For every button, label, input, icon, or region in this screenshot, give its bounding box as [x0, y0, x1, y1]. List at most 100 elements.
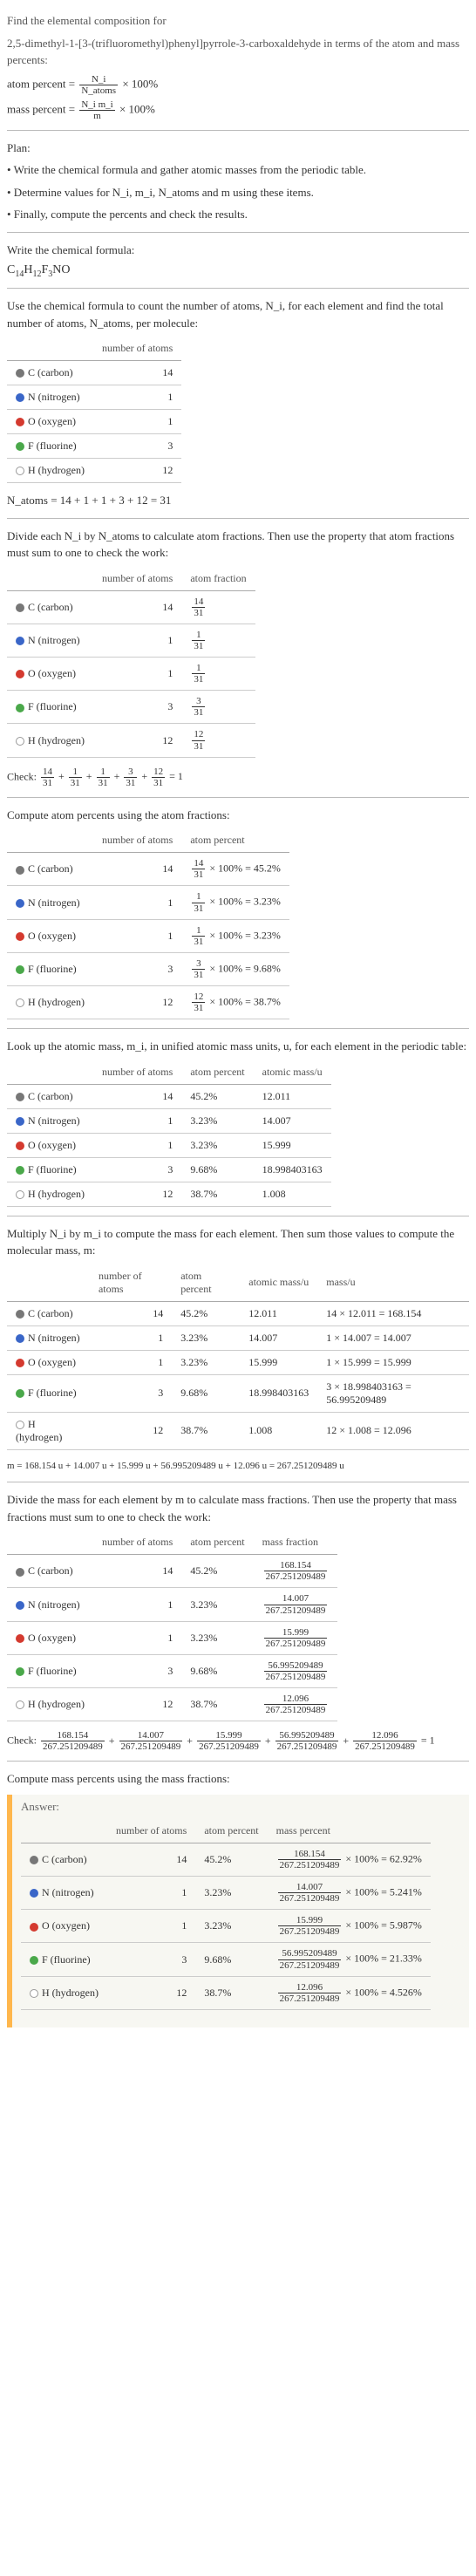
fluorine-swatch-icon [16, 704, 24, 712]
fraction: 131 [192, 925, 205, 947]
write-formula-lead: Write the chemical formula: [7, 242, 469, 259]
table-row: O (oxygen)13.23%15.999 [7, 1133, 331, 1157]
frac-num: 12 [192, 729, 205, 740]
element-label: H (hydrogen) [28, 996, 85, 1008]
atom-percent-cell: 3.23% [181, 1621, 253, 1654]
table-row: H (hydrogen)1238.7%12.096267.251209489 ×… [21, 1976, 431, 2009]
mass-percent-cell: 56.995209489267.251209489 × 100% = 21.33… [268, 1943, 431, 1976]
element-cell: C (carbon) [7, 1555, 93, 1588]
col-natoms: number of atoms [93, 828, 181, 853]
mass-percent-suffix: × 100% [119, 102, 155, 115]
table-row: C (carbon)1445.2%12.01114 × 12.011 = 168… [7, 1301, 469, 1325]
table-row: H (hydrogen)121231 × 100% = 38.7% [7, 986, 289, 1019]
table-row: O (oxygen)13.23%15.9991 × 15.999 = 15.99… [7, 1350, 469, 1374]
atom-percent-cell: 3.23% [172, 1350, 240, 1374]
table-row: C (carbon)1445.2%12.011 [7, 1084, 331, 1108]
element-label: O (oxygen) [28, 930, 76, 942]
mass-expr-cell: 14 × 12.011 = 168.154 [317, 1301, 469, 1325]
mass-percent-value: 4.526% [390, 1986, 422, 1998]
element-cell: C (carbon) [7, 853, 93, 886]
mass-pct-lead: Compute mass percents using the mass fra… [7, 1770, 469, 1788]
atom-percent-cell: 38.7% [172, 1412, 240, 1449]
table-row: N (nitrogen)13.23%14.007267.251209489 [7, 1588, 337, 1621]
n-atoms-cell: 1 [93, 886, 181, 919]
frac-num: 14.007 [278, 1882, 342, 1893]
col-atomic-mass: atomic mass/u [240, 1264, 317, 1302]
frac-den: 267.251209489 [41, 1741, 105, 1752]
atom-count-table: number of atoms C (carbon)14N (nitrogen)… [7, 337, 181, 483]
frac-num: 56.995209489 [278, 1948, 342, 1959]
table-row: F (fluorine)39.68%56.995209489267.251209… [7, 1654, 337, 1687]
table-row: O (oxygen)13.23%15.999267.251209489 [7, 1621, 337, 1654]
element-label: H (hydrogen) [28, 464, 85, 476]
frac-num: 1 [192, 630, 205, 641]
atom-percent-value: 3.23% [254, 929, 281, 941]
frac-num: 168.154 [278, 1849, 342, 1860]
n-atoms-cell: 3 [107, 1943, 195, 1976]
molecular-mass-eq: m = 168.154 u + 14.007 u + 15.999 u + 56… [7, 1459, 469, 1474]
frac-den: m [79, 111, 114, 121]
atom-percent-cell: 38.7% [181, 1687, 253, 1721]
plan-title: Plan: [7, 140, 469, 157]
fraction: 168.154267.251209489 [278, 1849, 342, 1871]
frac-den: 267.251209489 [264, 1639, 328, 1649]
nitrogen-swatch-icon [16, 637, 24, 645]
mass-expr-cell: 1 × 15.999 = 15.999 [317, 1350, 469, 1374]
col-atom-percent: atom percent [181, 1060, 253, 1085]
oxygen-swatch-icon [16, 418, 24, 426]
carbon-swatch-icon [16, 603, 24, 612]
table-row: C (carbon)14 [7, 361, 181, 385]
atom-percent-value: 3.23% [254, 896, 281, 908]
atom-percent-cell: 9.68% [172, 1374, 240, 1412]
atom-percent-frac: N_i N_atoms [79, 74, 118, 96]
n-atoms-cell: 1 [93, 1108, 181, 1133]
atom-percent-cell: 9.68% [195, 1943, 267, 1976]
fraction: 331 [124, 767, 137, 788]
mass-fraction-cell: 15.999267.251209489 [254, 1621, 338, 1654]
element-label: C (carbon) [28, 1564, 73, 1577]
element-cell: H (hydrogen) [7, 724, 93, 757]
frac-num: 12 [192, 992, 205, 1003]
atomic-mass-cell: 1.008 [240, 1412, 317, 1449]
fraction: 12.096267.251209489 [264, 1693, 328, 1715]
atom-percent-cell: 9.68% [181, 1654, 253, 1687]
frac-den: 31 [192, 741, 205, 752]
fraction: 56.995209489267.251209489 [264, 1660, 328, 1682]
atom-percent-value: 9.68% [254, 962, 281, 974]
atom-fraction-cell: 131 [181, 624, 255, 657]
col-mass-percent: mass percent [268, 1819, 431, 1843]
mass-percent-frac: N_i m_i m [79, 99, 114, 121]
element-label: C (carbon) [28, 862, 73, 875]
element-cell: H (hydrogen) [21, 1976, 107, 2009]
element-cell: N (nitrogen) [7, 1108, 93, 1133]
check-prefix: Check: [7, 770, 39, 782]
mass-fraction-cell: 14.007267.251209489 [254, 1588, 338, 1621]
frac-num: 56.995209489 [264, 1660, 328, 1672]
atom-percent-cell: 45.2% [181, 1555, 253, 1588]
col-mass-fraction: mass fraction [254, 1530, 338, 1555]
col-natoms: number of atoms [107, 1819, 195, 1843]
atom-percent-cell: 45.2% [172, 1301, 240, 1325]
element-cell: N (nitrogen) [7, 624, 93, 657]
element-cell: F (fluorine) [7, 952, 93, 985]
atom-percent-cell: 1431 × 100% = 45.2% [181, 853, 289, 886]
oxygen-swatch-icon [16, 932, 24, 941]
frac-num: 12.096 [278, 1982, 342, 1993]
col-atom-percent: atom percent [181, 828, 289, 853]
element-label: H (hydrogen) [28, 1698, 85, 1710]
element-cell: C (carbon) [7, 1301, 90, 1325]
atom-fraction-cell: 1431 [181, 590, 255, 624]
mass-fraction-cell: 12.096267.251209489 [254, 1687, 338, 1721]
carbon-swatch-icon [30, 1856, 38, 1864]
fraction: 15.999267.251209489 [264, 1627, 328, 1649]
answer-box: Answer: number of atoms atom percent mas… [7, 1795, 469, 2027]
answer-label: Answer: [21, 1800, 460, 1814]
n-atoms-cell: 1 [107, 1910, 195, 1943]
atom-frac-lead: Divide each N_i by N_atoms to calculate … [7, 528, 469, 562]
n-atoms-cell: 3 [93, 952, 181, 985]
atom-percent-table: number of atoms atom percent C (carbon) 1… [7, 828, 289, 1019]
table-row: F (fluorine)39.68%18.9984031633 × 18.998… [7, 1374, 469, 1412]
intro-line2: 2,5-dimethyl-1-[3-(trifluoromethyl)pheny… [7, 35, 469, 69]
hydrogen-swatch-icon [16, 998, 24, 1007]
element-cell: N (nitrogen) [7, 385, 93, 410]
